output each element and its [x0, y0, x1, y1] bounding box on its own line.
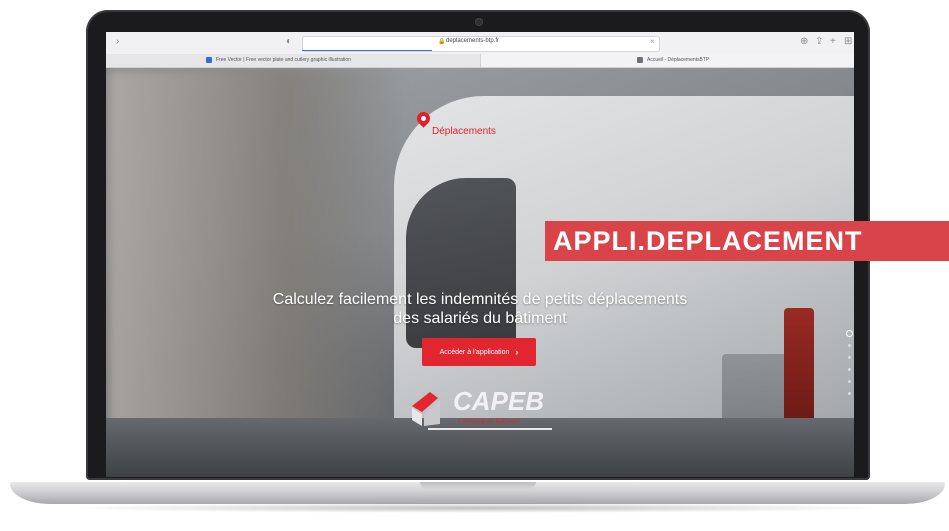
close-icon[interactable]: × [650, 37, 655, 46]
tab-accueil[interactable]: Accueil - DéplacementsBTP [480, 54, 854, 67]
capeb-logo-icon [412, 392, 440, 426]
laptop-shadow [60, 503, 895, 513]
partner-name: CAPEB [453, 386, 545, 416]
access-app-button[interactable]: Accéder à l'application › [422, 338, 536, 366]
road [106, 418, 854, 477]
slider-dot[interactable] [848, 344, 851, 347]
slider-dot[interactable] [848, 356, 851, 359]
favicon-icon [206, 57, 212, 63]
browser-toolbar: › ◐ 🔒 deplacements-btp.fr × ⊕ ⇪ + ⊞ [106, 32, 854, 55]
slider-dot[interactable] [848, 368, 851, 371]
new-tab-icon[interactable]: + [830, 36, 836, 48]
reader-mode-icon[interactable]: ◐ [286, 36, 292, 48]
headline-line-1: Calculez facilement les indemnités de pe… [272, 291, 688, 308]
laptop-notch [420, 482, 536, 489]
tab-free-vector[interactable]: Free Vector | Free vector plate and cutl… [106, 54, 480, 67]
slider-dot[interactable] [848, 392, 851, 395]
url-text[interactable]: deplacements-btp.fr [446, 38, 499, 44]
tab-label: Free Vector | Free vector plate and cutl… [216, 57, 351, 63]
share-icon[interactable]: ⇪ [815, 36, 823, 48]
camera-icon [476, 19, 482, 25]
tab-bar: Free Vector | Free vector plate and cutl… [106, 54, 854, 68]
slider-dots [846, 330, 854, 410]
hero-headline: Calculez facilement les indemnités de pe… [106, 290, 854, 328]
tab-label: Accueil - DéplacementsBTP [647, 57, 710, 63]
partner-tagline: L'artisanat du Bâtiment [458, 419, 520, 425]
download-icon[interactable]: ⊕ [800, 36, 808, 48]
access-app-label: Accéder à l'application [439, 348, 510, 356]
banner-text: APPLI.DEPLACEMENT [553, 226, 863, 256]
chevron-right-icon[interactable]: › [116, 36, 119, 48]
slider-dot-active[interactable] [846, 330, 853, 337]
hero-section: Déplacements Calculez facilement les ind… [106, 68, 854, 477]
background-building [106, 68, 406, 477]
lock-icon: 🔒 [438, 39, 446, 45]
favicon-icon [637, 57, 643, 63]
site-logo-text[interactable]: Déplacements [432, 126, 496, 137]
tab-overview-icon[interactable]: ⊞ [844, 36, 852, 48]
slider-dot[interactable] [848, 380, 851, 383]
partner-underline [428, 428, 552, 430]
headline-line-2: des salariés du bâtiment [393, 310, 567, 327]
chevron-right-icon: › [515, 347, 519, 357]
app-banner: APPLI.DEPLACEMENT [545, 221, 949, 261]
address-focus-indicator [302, 50, 432, 51]
